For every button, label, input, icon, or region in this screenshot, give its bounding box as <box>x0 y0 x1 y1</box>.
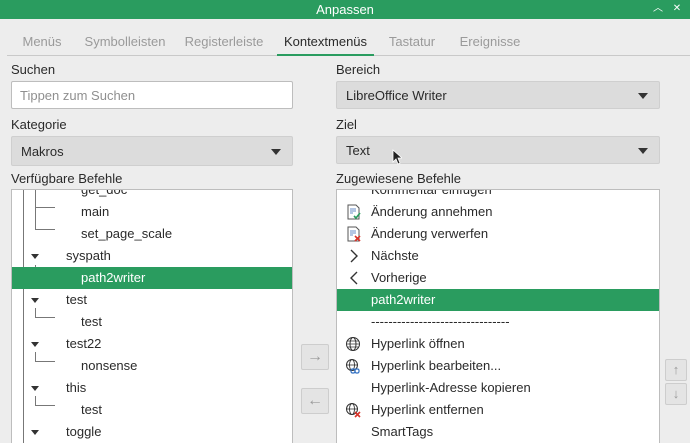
search-input[interactable]: Tippen zum Suchen <box>11 81 293 109</box>
target-value: Text <box>346 143 370 158</box>
reject-change-icon <box>347 226 361 242</box>
tree-item[interactable]: nonsense <box>12 355 292 377</box>
tree-item[interactable]: test22 <box>12 333 292 355</box>
list-item[interactable]: Hyperlink-Adresse kopieren <box>337 377 659 399</box>
search-label: Suchen <box>11 62 56 77</box>
available-commands-label: Verfügbare Befehle <box>11 171 123 186</box>
list-item[interactable]: Nächste <box>337 245 659 267</box>
globe-edit-icon <box>346 359 360 374</box>
separator-item[interactable]: -------------------------------- <box>337 311 659 333</box>
expander-icon[interactable] <box>31 386 39 391</box>
scope-label: Bereich <box>336 62 381 77</box>
tab-tabbar[interactable]: Registerleiste <box>179 30 269 56</box>
tree-item[interactable]: toggle <box>12 421 292 443</box>
tree-item[interactable]: test <box>12 289 292 311</box>
list-item[interactable]: Kommentar einfügen <box>337 190 659 201</box>
scope-value: LibreOffice Writer <box>346 88 447 103</box>
close-icon[interactable]: ✕ <box>670 1 684 17</box>
tree-item[interactable]: syspath <box>12 245 292 267</box>
scope-select[interactable]: LibreOffice Writer <box>336 81 660 109</box>
chevron-down-icon <box>638 148 648 154</box>
tree-item[interactable]: get_doc <box>12 190 292 201</box>
category-value: Makros <box>21 144 64 159</box>
assigned-commands-label: Zugewiesene Befehle <box>336 171 462 186</box>
tab-menus[interactable]: Menüs <box>12 30 72 56</box>
chevron-left-icon <box>350 271 358 285</box>
expander-icon[interactable] <box>31 254 39 259</box>
tree-item-selected[interactable]: path2writer <box>12 267 292 289</box>
tab-events[interactable]: Ereignisse <box>454 30 526 56</box>
chevron-right-icon <box>350 249 358 263</box>
chevron-down-icon <box>271 149 281 155</box>
list-item[interactable]: Hyperlink entfernen <box>337 399 659 421</box>
target-label: Ziel <box>336 117 357 132</box>
tree-item[interactable]: test <box>12 399 292 421</box>
category-label: Kategorie <box>11 117 67 132</box>
mouse-cursor-icon <box>392 149 402 165</box>
move-down-button[interactable]: ↓ <box>665 383 687 405</box>
tree-item[interactable]: set_page_scale <box>12 223 292 245</box>
search-placeholder: Tippen zum Suchen <box>20 88 136 103</box>
expander-icon[interactable] <box>31 430 39 435</box>
list-item[interactable]: Hyperlink bearbeiten... <box>337 355 659 377</box>
move-up-button[interactable]: ↑ <box>665 359 687 381</box>
expander-icon[interactable] <box>31 298 39 303</box>
tab-toolbars[interactable]: Symbolleisten <box>79 30 171 56</box>
list-item[interactable]: Änderung verwerfen <box>337 223 659 245</box>
window-title: Anpassen <box>316 2 374 17</box>
expander-icon[interactable] <box>31 342 39 347</box>
accept-change-icon <box>347 204 361 220</box>
add-command-button[interactable]: → <box>301 344 329 370</box>
remove-command-button[interactable]: ← <box>301 388 329 414</box>
list-item[interactable]: SmartTags <box>337 421 659 443</box>
tab-context-menus[interactable]: Kontextmenüs <box>277 30 374 56</box>
target-select[interactable]: Text <box>336 136 660 164</box>
list-item[interactable]: Änderung annehmen <box>337 201 659 223</box>
tree-item[interactable]: main <box>12 201 292 223</box>
tab-keyboard[interactable]: Tastatur <box>383 30 441 56</box>
globe-icon <box>346 337 360 351</box>
tab-bar: Menüs Symbolleisten Registerleiste Konte… <box>7 30 690 56</box>
tree-item[interactable]: this <box>12 377 292 399</box>
assigned-commands-list[interactable]: Kommentar einfügen Änderung annehmen Änd… <box>336 189 660 443</box>
globe-remove-icon <box>346 403 361 418</box>
minimize-icon[interactable]: ︿ <box>651 1 665 17</box>
chevron-down-icon <box>638 93 648 99</box>
list-item-selected[interactable]: path2writer <box>337 289 659 311</box>
tree-item[interactable]: test <box>12 311 292 333</box>
title-bar: Anpassen ︿ ✕ <box>0 0 690 19</box>
category-select[interactable]: Makros <box>11 136 293 166</box>
list-item[interactable]: Hyperlink öffnen <box>337 333 659 355</box>
available-commands-tree[interactable]: get_doc main set_page_scale syspath path… <box>11 189 293 443</box>
list-item[interactable]: Vorherige <box>337 267 659 289</box>
